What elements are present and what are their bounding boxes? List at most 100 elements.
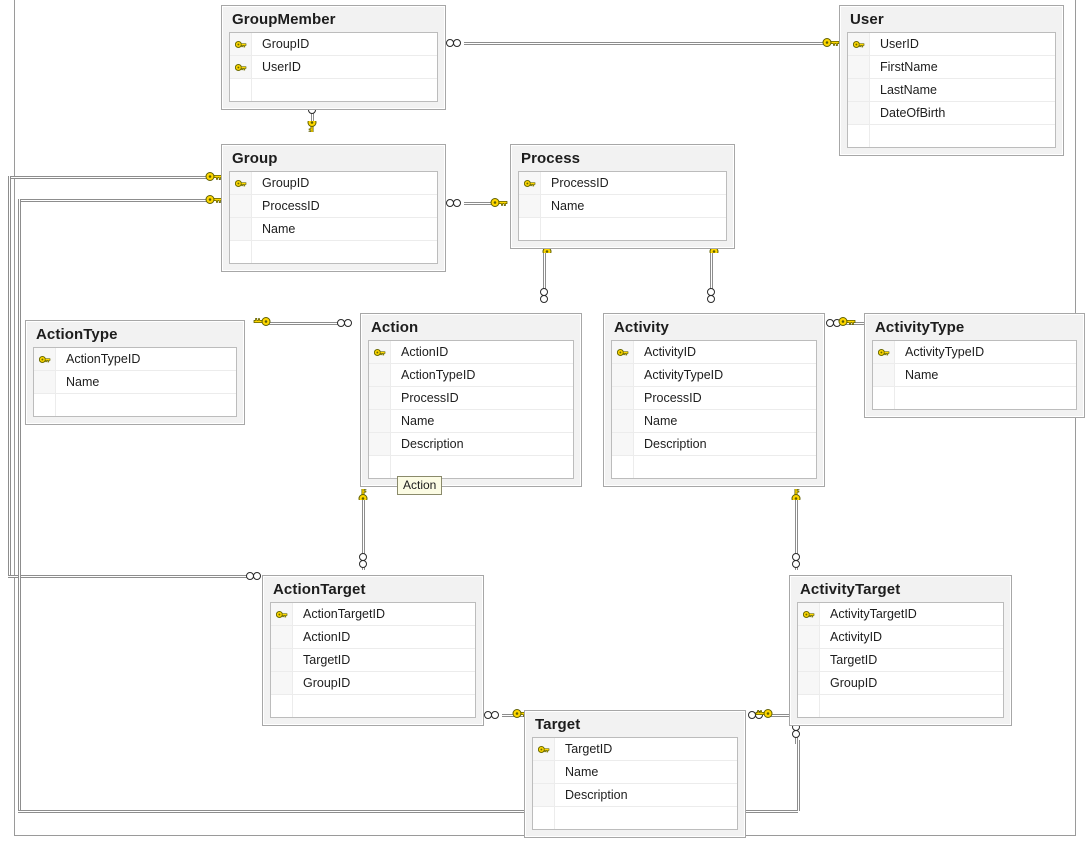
field-row[interactable]: GroupID xyxy=(230,33,437,56)
field-row[interactable]: ActionID xyxy=(271,626,475,649)
field-name: ProcessID xyxy=(401,391,459,405)
entity-table-groupmember[interactable]: GroupMember GroupID UserID xyxy=(221,5,446,110)
many-cardinality-icon xyxy=(446,198,464,207)
field-gutter xyxy=(798,672,820,694)
field-row-empty[interactable] xyxy=(873,387,1076,409)
diagram-canvas[interactable]: GroupMember GroupID UserID User UserID FirstN… xyxy=(0,0,1092,845)
field-row[interactable]: ActionTargetID xyxy=(271,603,475,626)
primary-key-icon xyxy=(612,341,634,363)
field-grid-actiontype[interactable]: ActionTypeID Name xyxy=(33,347,237,417)
field-row[interactable]: GroupID xyxy=(271,672,475,695)
field-row[interactable]: Name xyxy=(230,218,437,241)
field-row-empty[interactable] xyxy=(230,241,437,263)
field-row[interactable]: ProcessID xyxy=(230,195,437,218)
field-row[interactable]: TargetID xyxy=(271,649,475,672)
field-grid-activity[interactable]: ActivityID ActivityTypeID ProcessID Name Des… xyxy=(611,340,817,479)
field-gutter xyxy=(848,102,870,124)
field-row[interactable]: ActionTypeID xyxy=(369,364,573,387)
field-gutter xyxy=(230,79,252,101)
primary-key-icon xyxy=(848,33,870,55)
many-cardinality-icon xyxy=(748,710,766,719)
field-grid-user[interactable]: UserID FirstName LastName DateOfBirth xyxy=(847,32,1056,148)
field-row[interactable]: Description xyxy=(533,784,737,807)
entity-title-activity: Activity xyxy=(614,319,669,336)
entity-table-activitytype[interactable]: ActivityType ActivityTypeID Name xyxy=(864,313,1085,418)
entity-table-process[interactable]: Process ProcessID Name xyxy=(510,144,735,249)
field-gutter xyxy=(612,456,634,478)
entity-table-target[interactable]: Target TargetID Name Description xyxy=(524,710,746,838)
field-row[interactable]: ActivityTypeID xyxy=(873,341,1076,364)
field-row-empty[interactable] xyxy=(612,456,816,478)
field-name: Name xyxy=(905,368,939,382)
field-row[interactable]: Description xyxy=(369,433,573,456)
field-row[interactable]: ActivityTargetID xyxy=(798,603,1003,626)
field-row-empty[interactable] xyxy=(533,807,737,829)
field-row-empty[interactable] xyxy=(34,394,236,416)
entity-table-user[interactable]: User UserID FirstName LastName DateOfBirth xyxy=(839,5,1064,156)
field-row[interactable]: TargetID xyxy=(798,649,1003,672)
connector-segment xyxy=(362,498,365,570)
connector-segment xyxy=(18,199,21,811)
field-grid-groupmember[interactable]: GroupID UserID xyxy=(229,32,438,102)
field-row[interactable]: ProcessID xyxy=(519,172,726,195)
connector-segment xyxy=(8,575,254,578)
field-row-empty[interactable] xyxy=(271,695,475,717)
field-name: ActionTypeID xyxy=(401,368,476,382)
field-name: GroupID xyxy=(262,176,310,190)
field-row-empty[interactable] xyxy=(798,695,1003,717)
field-row[interactable]: Name xyxy=(612,410,816,433)
entity-table-group[interactable]: Group GroupID ProcessID Name xyxy=(221,144,446,272)
field-row[interactable]: ProcessID xyxy=(612,387,816,410)
connector-segment xyxy=(543,245,546,295)
field-grid-actiontarget[interactable]: ActionTargetID ActionID TargetID GroupID xyxy=(270,602,476,718)
field-row-empty[interactable] xyxy=(519,218,726,240)
field-row[interactable]: DateOfBirth xyxy=(848,102,1055,125)
entity-table-actiontarget[interactable]: ActionTarget ActionTargetID ActionID Target… xyxy=(262,575,484,726)
primary-key-icon xyxy=(873,341,895,363)
field-row[interactable]: Name xyxy=(369,410,573,433)
field-grid-target[interactable]: TargetID Name Description xyxy=(532,737,738,830)
field-grid-group[interactable]: GroupID ProcessID Name xyxy=(229,171,438,264)
field-row[interactable]: Name xyxy=(873,364,1076,387)
field-name: ActionTargetID xyxy=(303,607,385,621)
entity-table-activitytarget[interactable]: ActivityTarget ActivityTargetID ActivityID… xyxy=(789,575,1012,726)
entity-table-actiontype[interactable]: ActionType ActionTypeID Name xyxy=(25,320,245,425)
primary-key-icon xyxy=(271,603,293,625)
field-grid-action[interactable]: ActionID ActionTypeID ProcessID Name Descrip… xyxy=(368,340,574,479)
entity-table-action[interactable]: Action ActionID ActionTypeID ProcessID Name D… xyxy=(360,313,582,487)
field-row[interactable]: Description xyxy=(612,433,816,456)
primary-key-icon xyxy=(34,348,56,370)
field-row[interactable]: Name xyxy=(533,761,737,784)
field-row[interactable]: ActivityID xyxy=(612,341,816,364)
field-row[interactable]: ActivityTypeID xyxy=(612,364,816,387)
field-row-empty[interactable] xyxy=(230,79,437,101)
connector-segment xyxy=(502,714,524,717)
field-row[interactable]: Name xyxy=(34,371,236,394)
field-name: ProcessID xyxy=(551,176,609,190)
field-row[interactable]: ProcessID xyxy=(369,387,573,410)
field-row[interactable]: LastName xyxy=(848,79,1055,102)
field-gutter xyxy=(519,218,541,240)
field-gutter xyxy=(230,241,252,263)
field-row[interactable]: TargetID xyxy=(533,738,737,761)
field-grid-activitytarget[interactable]: ActivityTargetID ActivityID TargetID GroupI… xyxy=(797,602,1004,718)
field-row[interactable]: ActionID xyxy=(369,341,573,364)
field-name: ActivityID xyxy=(830,630,883,644)
field-row[interactable]: GroupID xyxy=(798,672,1003,695)
field-row[interactable]: Name xyxy=(519,195,726,218)
field-row[interactable]: ActivityID xyxy=(798,626,1003,649)
field-row-empty[interactable] xyxy=(848,125,1055,147)
field-gutter xyxy=(271,649,293,671)
entity-table-activity[interactable]: Activity ActivityID ActivityTypeID ProcessI… xyxy=(603,313,825,487)
field-grid-process[interactable]: ProcessID Name xyxy=(518,171,727,241)
connector-segment xyxy=(18,199,211,202)
field-row[interactable]: FirstName xyxy=(848,56,1055,79)
field-name: Name xyxy=(66,375,100,389)
field-row[interactable]: GroupID xyxy=(230,172,437,195)
field-row[interactable]: UserID xyxy=(230,56,437,79)
field-grid-activitytype[interactable]: ActivityTypeID Name xyxy=(872,340,1077,410)
field-row[interactable]: ActionTypeID xyxy=(34,348,236,371)
field-name: ProcessID xyxy=(644,391,702,405)
field-row-empty[interactable] xyxy=(369,456,573,478)
field-row[interactable]: UserID xyxy=(848,33,1055,56)
